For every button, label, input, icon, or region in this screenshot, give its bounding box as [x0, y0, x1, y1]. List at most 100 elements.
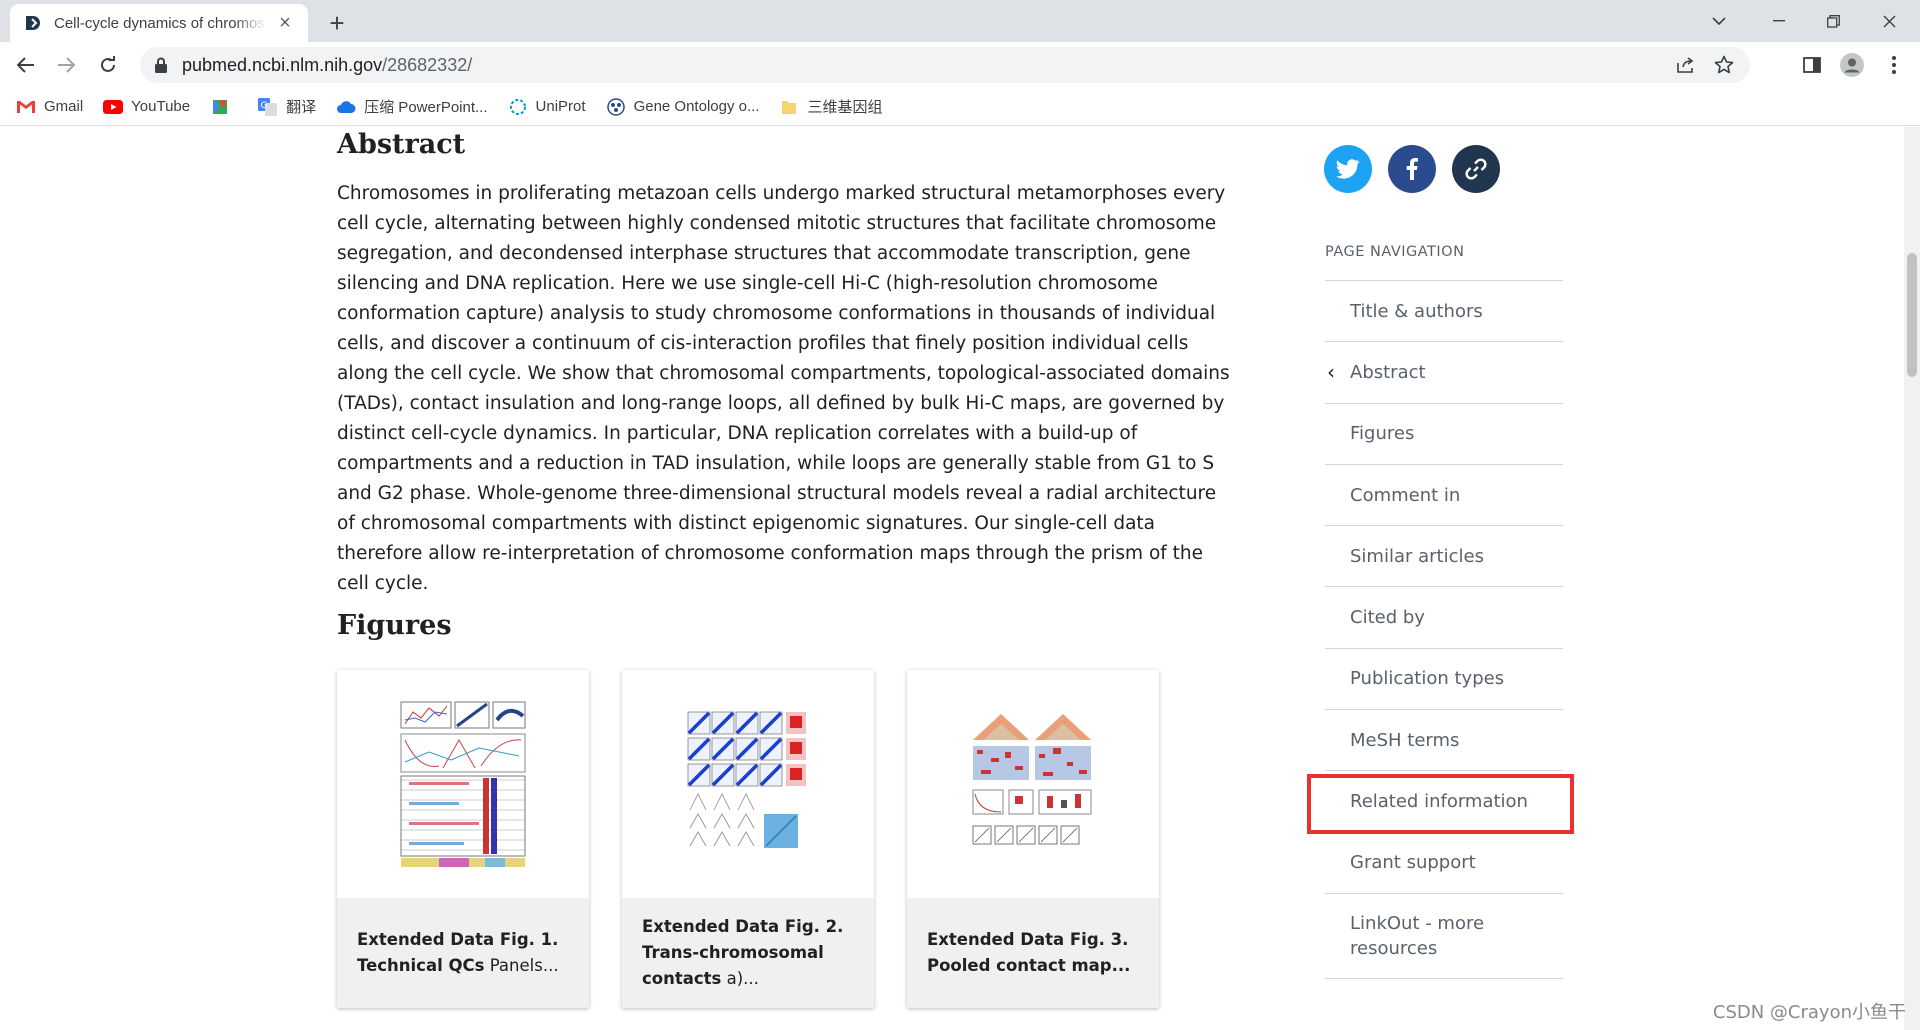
figure-card[interactable]: Extended Data Fig. 1. Technical QCs Pane…	[337, 670, 589, 1008]
minimize-button[interactable]	[1756, 4, 1802, 38]
bookmark-label: YouTube	[131, 98, 191, 115]
forward-button[interactable]	[50, 49, 82, 81]
bookmark-google-maps[interactable]	[210, 99, 238, 115]
bookmarks-bar: Gmail YouTube G 翻译 压缩 PowerPoint... UniP…	[0, 88, 1920, 126]
new-tab-button[interactable]: +	[322, 8, 352, 38]
share-icon	[1677, 57, 1694, 73]
figure-card[interactable]: Extended Data Fig. 3. Pooled contact map…	[907, 670, 1159, 1008]
bookmark-folder-3d-genome[interactable]: 三维基因组	[779, 96, 883, 117]
figure-thumbnail[interactable]	[337, 670, 589, 898]
nav-item-grant-support[interactable]: Grant support	[1325, 831, 1563, 893]
facebook-icon	[1406, 158, 1418, 180]
bookmark-translate[interactable]: G 翻译	[258, 96, 316, 117]
page-scrollbar[interactable]	[1904, 127, 1920, 1030]
abstract-text: Chromosomes in proliferating metazoan ce…	[337, 183, 1230, 594]
bookmark-label: 压缩 PowerPoint...	[364, 99, 488, 116]
figure-card[interactable]: Extended Data Fig. 2. Trans-chromosomal …	[622, 670, 874, 1008]
figures-heading: Figures	[337, 610, 452, 641]
arrow-left-icon	[17, 57, 34, 73]
bookmark-label: UniProt	[535, 98, 586, 115]
bookmark-youtube[interactable]: YouTube	[103, 98, 190, 115]
restore-icon	[1826, 14, 1840, 28]
bookmark-label: Gmail	[44, 98, 84, 115]
gmail-icon	[16, 99, 36, 115]
nav-item-mesh-terms[interactable]: MeSH terms	[1325, 709, 1563, 770]
nav-item-linkout[interactable]: LinkOut - more resources	[1325, 892, 1563, 979]
arrow-right-icon	[58, 57, 75, 73]
close-icon	[1883, 15, 1895, 27]
link-icon	[1465, 158, 1487, 180]
nav-item-label: MeSH terms	[1350, 729, 1460, 751]
browser-toolbar: pubmed.ncbi.nlm.nih.gov/28682332/	[0, 42, 1920, 88]
highlight-box	[1307, 774, 1574, 834]
share-twitter-button[interactable]	[1324, 145, 1372, 193]
close-window-button[interactable]	[1866, 4, 1912, 38]
bookmark-uniprot[interactable]: UniProt	[508, 98, 586, 115]
nav-item-comment-in[interactable]: Comment in	[1325, 463, 1563, 525]
gene-ontology-icon	[606, 97, 626, 116]
profile-button[interactable]	[1836, 49, 1868, 81]
google-maps-icon	[210, 99, 230, 115]
close-tab-icon[interactable]: ×	[274, 12, 296, 34]
svg-text:G: G	[261, 101, 268, 111]
youtube-icon	[103, 99, 124, 115]
nav-item-label: Similar articles	[1350, 545, 1484, 567]
chevron-left-icon: ‹	[1327, 360, 1335, 385]
more-vertical-icon	[1892, 56, 1896, 74]
reload-button[interactable]	[92, 49, 124, 81]
minimize-icon	[1773, 20, 1785, 22]
address-bar[interactable]: pubmed.ncbi.nlm.nih.gov/28682332/	[140, 47, 1750, 83]
avatar-icon	[1840, 53, 1864, 77]
figure-caption[interactable]: Extended Data Fig. 2. Trans-chromosomal …	[622, 898, 874, 1008]
nav-item-abstract[interactable]: ‹ Abstract	[1325, 341, 1563, 402]
tab-strip: Cell-cycle dynamics of chromosome organi…	[0, 0, 1920, 42]
nav-item-label: Grant support	[1350, 852, 1476, 874]
figure-1-image	[400, 701, 526, 867]
nav-item-label: Title & authors	[1350, 300, 1483, 322]
nav-item-label: LinkOut - more resources	[1350, 912, 1485, 959]
nav-item-label: Cited by	[1350, 607, 1425, 629]
copy-link-button[interactable]	[1452, 145, 1500, 193]
nav-item-label: Comment in	[1350, 484, 1461, 506]
back-button[interactable]	[10, 49, 42, 81]
twitter-icon	[1336, 159, 1360, 179]
nav-item-similar-articles[interactable]: Similar articles	[1325, 525, 1563, 586]
figure-caption-title: Extended Data Fig. 3. Pooled contact map…	[927, 930, 1131, 975]
lock-icon	[155, 57, 167, 73]
reload-icon	[101, 56, 115, 72]
tab-title: Cell-cycle dynamics of chromosome organi…	[54, 14, 266, 32]
figure-thumbnail[interactable]	[622, 670, 874, 898]
figure-caption-rest: a)...	[721, 969, 759, 988]
figure-2-image	[687, 711, 806, 848]
url-text: pubmed.ncbi.nlm.nih.gov/28682332/	[182, 55, 472, 76]
browser-tab[interactable]: Cell-cycle dynamics of chromosome organi…	[10, 4, 308, 42]
figure-thumbnail[interactable]	[907, 670, 1159, 898]
bookmark-star-button[interactable]	[1712, 53, 1736, 77]
share-page-button[interactable]	[1674, 53, 1698, 77]
nav-item-cited-by[interactable]: Cited by	[1325, 586, 1563, 647]
browser-menu-button[interactable]	[1878, 49, 1910, 81]
star-icon	[1714, 55, 1734, 74]
bookmark-gmail[interactable]: Gmail	[16, 98, 83, 115]
nav-item-figures[interactable]: Figures	[1325, 402, 1563, 464]
watermark: CSDN @Crayon小鱼干	[1712, 1002, 1906, 1023]
bookmark-gene-ontology[interactable]: Gene Ontology o...	[606, 97, 759, 116]
share-facebook-button[interactable]	[1388, 145, 1436, 193]
bookmark-powerpoint[interactable]: 压缩 PowerPoint...	[336, 96, 488, 117]
url-host: pubmed.ncbi.nlm.nih.gov	[182, 54, 383, 75]
restore-button[interactable]	[1810, 4, 1856, 38]
nav-item-label: Abstract	[1350, 361, 1426, 383]
side-panel-button[interactable]	[1796, 49, 1828, 81]
nav-item-title-authors[interactable]: Title & authors	[1325, 280, 1563, 341]
bookmark-label: 三维基因组	[807, 99, 883, 116]
tab-search-button[interactable]	[1696, 4, 1742, 38]
abstract-heading: Abstract	[337, 129, 466, 160]
pubmed-favicon-icon	[26, 16, 40, 30]
scrollbar-thumb[interactable]	[1907, 253, 1917, 377]
figure-3-image	[972, 714, 1092, 845]
folder-icon	[779, 99, 799, 115]
figure-caption[interactable]: Extended Data Fig. 1. Technical QCs Pane…	[337, 898, 589, 1008]
figure-caption[interactable]: Extended Data Fig. 3. Pooled contact map…	[907, 898, 1159, 1008]
nav-item-publication-types[interactable]: Publication types	[1325, 647, 1563, 709]
nav-item-label: Figures	[1350, 423, 1415, 445]
